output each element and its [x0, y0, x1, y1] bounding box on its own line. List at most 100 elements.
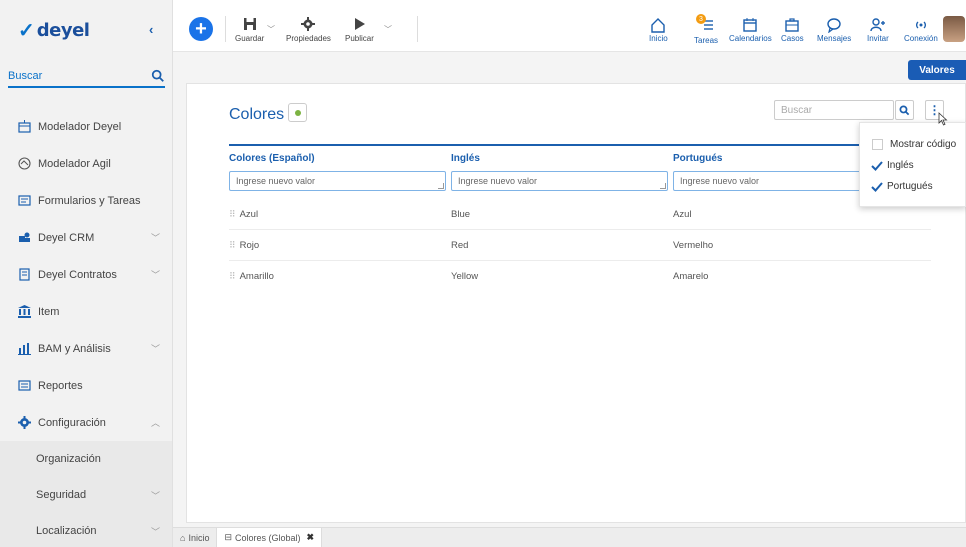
table-row[interactable]: ⠿ Amarillo Yellow Amarelo — [229, 261, 931, 292]
sidebar-item-label: BAM y Análisis — [38, 342, 111, 355]
tareas-icon-wrap: 3 — [696, 14, 714, 36]
inicio-label: Inicio — [649, 34, 668, 43]
calendarios-button[interactable]: Calendarios — [729, 17, 772, 43]
sidebar-item-deyel-contratos[interactable]: Deyel Contratos ﹀ — [0, 256, 172, 293]
table-row[interactable]: ⠿ Azul Blue Azul — [229, 199, 931, 230]
guardar-button[interactable]: Guardar — [235, 17, 264, 43]
unchecked-box-icon — [871, 139, 883, 150]
chevron-up-icon: ︿ — [150, 418, 160, 428]
main-content: Valores Colores Buscar ⋮ Colores (Españo… — [173, 52, 966, 527]
mouse-cursor-icon — [938, 112, 948, 126]
sidebar-item-modelador-agil[interactable]: Modelador Agil — [0, 145, 172, 182]
sidebar-item-deyel-crm[interactable]: Deyel CRM ﹀ — [0, 219, 172, 256]
gear-icon — [301, 17, 316, 31]
close-icon[interactable]: ✖ — [307, 532, 315, 543]
sidebar-item-label: Reportes — [38, 379, 83, 392]
search-button[interactable] — [895, 100, 914, 120]
collapse-sidebar-button[interactable]: ‹ — [149, 22, 153, 37]
check-icon[interactable] — [871, 181, 883, 193]
propiedades-button[interactable]: Propiedades — [286, 17, 331, 43]
drag-handle-icon[interactable]: ⠿ — [229, 240, 236, 250]
invitar-label: Invitar — [867, 34, 889, 43]
drag-handle-icon[interactable]: ⠿ — [229, 271, 236, 281]
new-value-input-en[interactable]: Ingrese nuevo valor — [451, 171, 668, 191]
bank-icon — [18, 305, 31, 318]
briefcase-icon — [785, 18, 800, 32]
deyel-logo[interactable]: ✓ deyel — [18, 18, 90, 42]
cell-text: Amarillo — [239, 271, 274, 282]
menu-item-label: Mostrar código — [890, 139, 957, 150]
table-cell: ⠿ Rojo — [229, 240, 451, 251]
menu-item-mostrar-codigo[interactable]: Mostrar código — [860, 134, 965, 155]
sidebar-item-reportes[interactable]: Reportes — [0, 367, 172, 404]
user-avatar[interactable] — [943, 16, 965, 42]
agile-icon — [18, 157, 31, 170]
toolbar-divider — [417, 16, 418, 42]
sidebar-subitem-organizacion[interactable]: Organización — [0, 441, 172, 477]
table-row[interactable]: ⠿ Rojo Red Vermelho — [229, 230, 931, 261]
sidebar-subitem-seguridad[interactable]: Seguridad ﹀ — [0, 477, 172, 513]
contract-icon — [18, 268, 31, 281]
table-cell: Yellow — [451, 271, 479, 282]
drag-handle-icon[interactable]: ⠿ — [229, 209, 236, 219]
sidebar: ✓ deyel ‹ Buscar Modelador Deyel Modelad… — [0, 0, 173, 547]
publicar-button[interactable]: Publicar — [345, 17, 374, 43]
search-input[interactable]: Buscar — [774, 100, 894, 120]
crm-icon — [18, 231, 31, 244]
valores-button[interactable]: Valores — [908, 60, 966, 80]
chevron-down-icon[interactable]: ﹀ — [267, 24, 275, 35]
guardar-label: Guardar — [235, 34, 265, 43]
column-header[interactable]: Colores (Español) — [229, 153, 451, 164]
tab-inicio[interactable]: ⌂ Inicio — [173, 528, 216, 547]
table-cell: Amarelo — [673, 271, 709, 282]
save-icon — [243, 18, 256, 30]
conexion-button[interactable]: Conexión — [904, 17, 938, 43]
search-icon[interactable] — [151, 69, 165, 83]
sidebar-nav: Modelador Deyel Modelador Agil Formulari… — [0, 108, 172, 547]
chevron-down-icon[interactable]: ﹀ — [384, 24, 392, 35]
report-icon — [18, 379, 31, 392]
sidebar-item-label: Formularios y Tareas — [38, 194, 141, 207]
tab-colores-global[interactable]: ⊟ Colores (Global) ✖ — [216, 527, 323, 547]
new-value-input-es[interactable]: Ingrese nuevo valor — [229, 171, 446, 191]
tareas-button[interactable]: 3 Tareas — [694, 14, 718, 45]
mensajes-button[interactable]: Mensajes — [817, 17, 851, 43]
sidebar-subitem-localizacion[interactable]: Localización ﹀ — [0, 513, 172, 547]
invitar-button[interactable]: Invitar — [867, 17, 889, 43]
add-user-icon — [870, 18, 885, 32]
home-icon — [651, 18, 666, 33]
sidebar-item-configuracion[interactable]: Configuración ︿ — [0, 404, 172, 441]
add-button[interactable]: + — [189, 17, 213, 41]
menu-item-label: Inglés — [887, 160, 914, 171]
menu-item-portugues[interactable]: Portugués — [860, 176, 965, 197]
casos-button[interactable]: Casos — [781, 17, 804, 43]
home-icon: ⌂ — [180, 532, 186, 543]
cell-text: Azul — [239, 208, 259, 220]
logo-text: deyel — [36, 19, 90, 41]
toolbar-divider — [225, 16, 226, 42]
checkbox[interactable] — [871, 139, 883, 151]
message-icon — [827, 18, 841, 33]
form-icon: ⊟ — [224, 532, 232, 542]
page-title: Colores — [229, 106, 285, 123]
menu-item-ingles[interactable]: Inglés — [860, 155, 965, 176]
inicio-button[interactable]: Inicio — [649, 17, 668, 43]
sidebar-search[interactable]: Buscar — [8, 66, 165, 88]
sidebar-item-modelador-deyel[interactable]: Modelador Deyel — [0, 108, 172, 145]
status-indicator[interactable] — [288, 103, 307, 122]
sidebar-item-item[interactable]: Item — [0, 293, 172, 330]
mensajes-label: Mensajes — [817, 34, 852, 43]
check-icon[interactable] — [871, 160, 883, 172]
configuracion-submenu: Organización Seguridad ﹀ Localización ﹀ — [0, 441, 172, 547]
sidebar-item-formularios[interactable]: Formularios y Tareas — [0, 182, 172, 219]
column-header[interactable]: Inglés — [451, 153, 673, 164]
table-cell: Red — [451, 239, 469, 251]
sidebar-item-label: Configuración — [38, 416, 106, 429]
sidebar-item-bam[interactable]: BAM y Análisis ﹀ — [0, 330, 172, 367]
chevron-down-icon: ﹀ — [150, 233, 160, 243]
tab-label: Inicio — [188, 532, 210, 543]
sidebar-item-label: Deyel Contratos — [38, 268, 117, 281]
bottom-tab-bar: ⌂ Inicio ⊟ Colores (Global) ✖ — [173, 527, 966, 547]
sidebar-search-input[interactable]: Buscar — [8, 70, 151, 82]
